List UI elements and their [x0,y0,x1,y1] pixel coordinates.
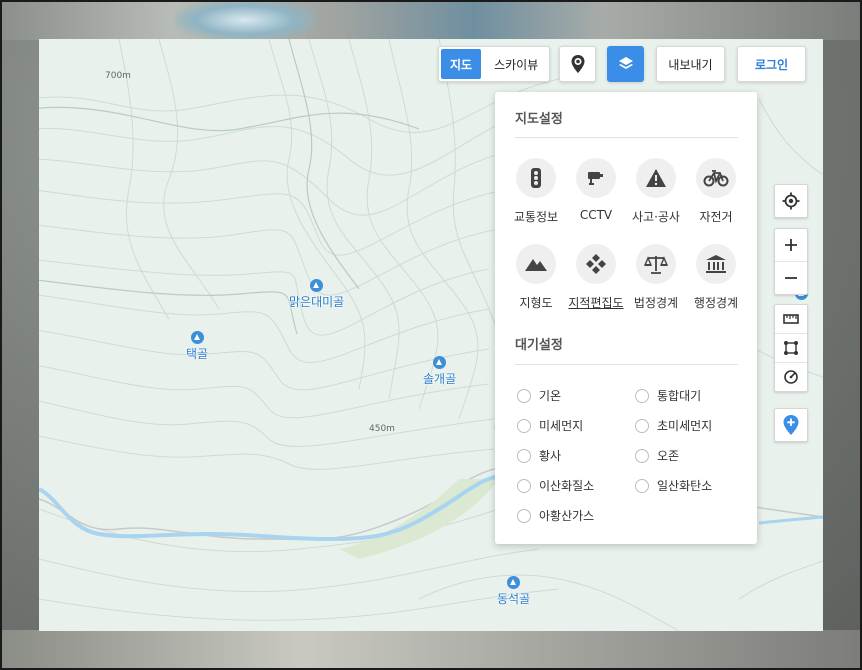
layer-label: 자전거 [699,210,733,224]
radio-circle [635,418,649,433]
crosshair-icon [782,192,800,210]
my-location-button[interactable] [775,185,807,217]
scale-icon [644,256,668,274]
background-blur-bottom [0,630,862,670]
layer-bicycle[interactable]: 자전거 [683,158,749,225]
air-option-label: 통합대기 [657,389,702,403]
login-button[interactable]: 로그인 [737,46,806,82]
air-option-radio[interactable]: 오존 [635,447,679,464]
layer-label: 교통정보 [513,210,559,224]
add-marker-button[interactable] [775,409,807,441]
roadview-icon [571,55,584,73]
air-option-label: 기온 [539,389,562,403]
mountain-pin-icon [507,576,521,589]
divider [515,137,738,138]
roadview-button[interactable] [559,46,596,82]
air-option-radio[interactable]: 통합대기 [635,387,701,404]
map-type-toggle: 지도 스카이뷰 [438,46,551,82]
mountain-pin-icon [433,356,447,369]
air-option-label: 황사 [539,449,562,463]
measure-tools [774,304,808,392]
air-option-label: 일산화탄소 [657,479,713,493]
bicycle-icon [703,170,729,187]
layer-admin-boundary[interactable]: 행정경계 [683,244,749,311]
layer-terrain[interactable]: 지형도 [503,244,569,311]
air-option-radio[interactable]: 이산화질소 [517,477,594,494]
layer-label: 지적편집도 [568,296,624,310]
layer-label: 법정경계 [633,296,679,310]
radio-circle [517,388,531,403]
layer-cadastral[interactable]: 지적편집도 [563,244,629,311]
map-settings-panel: 지도설정 교통정보 CCTV 사고·공사 자전거 지형도 지적편집도 법정경계 … [495,92,757,544]
contour-label-700m: 700m [105,71,131,81]
place-marker[interactable]: 맑은대미골 [289,279,344,310]
mountain-pin-icon [190,331,204,344]
cadastral-icon [586,254,606,274]
layers-button[interactable] [607,46,644,82]
distance-tool-button[interactable] [775,305,807,333]
air-option-radio[interactable]: 일산화탄소 [635,477,712,494]
air-option-radio[interactable]: 미세먼지 [517,417,583,434]
add-pin-icon [783,415,799,435]
place-marker[interactable]: 택골 [186,331,208,362]
radio-circle [635,478,649,493]
zoom-out-button[interactable] [775,261,807,294]
place-marker[interactable]: 동석골 [497,576,530,607]
mountain-icon [525,259,547,271]
my-location-control [774,184,808,218]
radio-circle [517,478,531,493]
warning-icon [646,169,666,187]
zoom-in-button[interactable] [775,229,807,261]
compass-icon [784,370,798,384]
zoom-control [774,228,808,295]
air-option-label: 초미세먼지 [657,419,713,433]
add-marker-control [774,408,808,442]
traffic-light-icon [531,168,541,188]
layer-label: 지형도 [519,296,553,310]
radio-circle [635,448,649,463]
area-tool-button[interactable] [775,333,807,362]
place-label: 동석골 [497,592,531,606]
air-option-radio[interactable]: 황사 [517,447,561,464]
air-settings-title: 대기설정 [515,338,563,353]
air-option-radio[interactable]: 초미세먼지 [635,417,712,434]
radio-circle [517,448,531,463]
mountain-pin-icon [310,279,324,292]
cctv-camera-icon [588,172,603,185]
place-label: 택골 [186,347,209,361]
government-building-icon [706,255,726,273]
radio-circle [517,508,531,523]
air-option-radio[interactable]: 기온 [517,387,561,404]
layer-label: 행정경계 [693,296,739,310]
layer-traffic[interactable]: 교통정보 [503,158,569,225]
layer-label: 사고·공사 [632,210,680,224]
layers-icon [618,57,633,69]
air-option-label: 미세먼지 [539,419,584,433]
radio-circle [635,388,649,403]
place-marker[interactable]: 솔개골 [423,356,456,387]
layer-label: CCTV [579,208,613,222]
layer-accident[interactable]: 사고·공사 [623,158,689,225]
place-label: 맑은대미골 [289,295,345,309]
plus-icon [785,239,797,251]
layer-legal-boundary[interactable]: 법정경계 [623,244,689,311]
map-settings-title: 지도설정 [515,112,563,127]
map-view-button[interactable]: 지도 [441,49,482,79]
contour-label-450m: 450m [369,424,395,434]
air-option-radio[interactable]: 아황산가스 [517,507,594,524]
air-option-label: 오존 [657,449,680,463]
radius-tool-button[interactable] [775,362,807,391]
skyview-button[interactable]: 스카이뷰 [485,49,548,79]
ruler-icon [783,314,799,324]
place-label: 솔개골 [423,372,457,386]
divider [515,364,738,365]
radio-circle [517,418,531,433]
export-button[interactable]: 내보내기 [656,46,725,82]
air-option-label: 아황산가스 [539,509,595,523]
air-option-label: 이산화질소 [539,479,595,493]
background-blur-top [0,0,862,40]
minus-icon [785,277,797,279]
polygon-icon [784,341,798,355]
layer-cctv[interactable]: CCTV [563,158,629,222]
